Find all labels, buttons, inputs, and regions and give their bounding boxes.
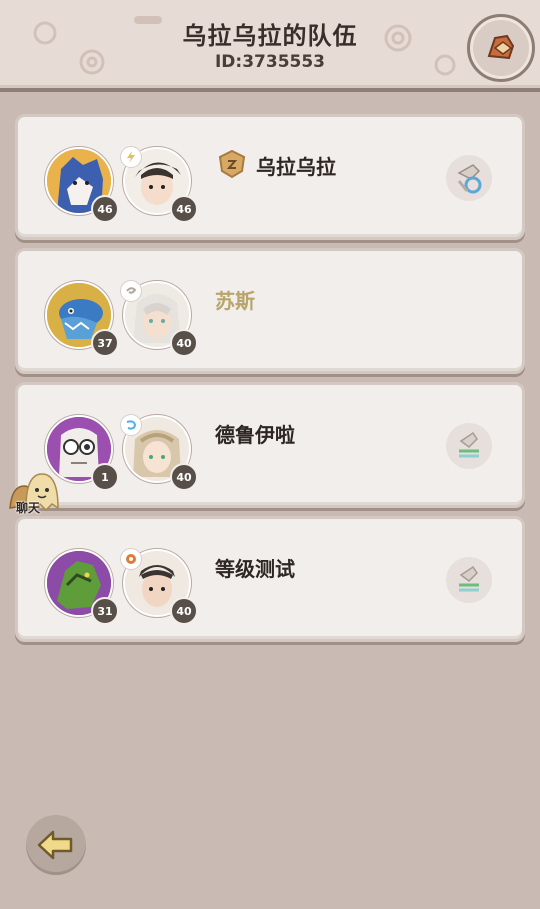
team-settings-button[interactable] xyxy=(467,14,535,82)
trainer-level-badge: 40 xyxy=(170,329,198,357)
transfer-button[interactable] xyxy=(446,557,492,603)
chat-label: 聊天 xyxy=(16,501,41,515)
electric-element-icon xyxy=(120,146,142,168)
member-name: 德鲁伊啦 xyxy=(215,423,295,447)
pet-level-badge: 1 xyxy=(91,463,119,491)
trainer-level-badge: 40 xyxy=(170,597,198,625)
member-name: 苏斯 xyxy=(215,289,255,313)
header-bar: 乌拉乌拉的队伍 ID:3735553 xyxy=(0,0,540,92)
team-emblem-icon xyxy=(487,34,515,60)
back-arrow-icon xyxy=(37,830,73,860)
transfer-icon xyxy=(459,565,479,592)
wind-element-icon xyxy=(120,280,142,302)
member-card[interactable]: 31 40 等级测试 xyxy=(15,516,525,642)
water-element-icon xyxy=(120,414,142,436)
transfer-button[interactable] xyxy=(446,423,492,469)
member-name: 乌拉乌拉 xyxy=(256,155,336,179)
member-card[interactable]: 46 46 乌拉乌拉 xyxy=(15,114,525,240)
member-card[interactable]: 37 40 苏斯 xyxy=(15,248,525,374)
pet-level-badge: 31 xyxy=(91,597,119,625)
leader-shield-icon xyxy=(218,149,246,179)
swap-member-button[interactable] xyxy=(446,155,492,201)
pet-level-badge: 46 xyxy=(91,195,119,223)
team-id: ID:3735553 xyxy=(214,52,326,72)
fire-element-icon xyxy=(120,548,142,570)
transfer-icon xyxy=(459,431,479,458)
member-name: 等级测试 xyxy=(215,557,295,581)
swap-icon xyxy=(457,164,482,194)
back-button[interactable] xyxy=(26,815,86,875)
page-title: 乌拉乌拉的队伍 xyxy=(182,22,358,50)
pet-level-badge: 37 xyxy=(91,329,119,357)
trainer-level-badge: 40 xyxy=(170,463,198,491)
trainer-level-badge: 46 xyxy=(170,195,198,223)
member-card[interactable]: 1 40 德鲁伊啦 xyxy=(15,382,525,508)
